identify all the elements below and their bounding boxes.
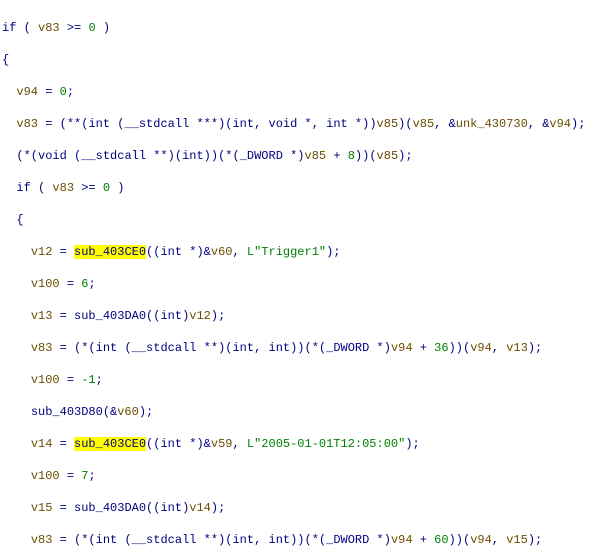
code-line: v94 = 0; (2, 84, 595, 100)
code-line: v83 = (**(int (__stdcall ***)(int, void … (2, 116, 595, 132)
code-line: if ( v83 >= 0 ) (2, 180, 595, 196)
code-line: (*(void (__stdcall **)(int))(*(_DWORD *)… (2, 148, 595, 164)
code-line: sub_403D80(&v60); (2, 404, 595, 420)
highlight-sub403ce0: sub_403CE0 (74, 245, 146, 259)
highlight-sub403ce0: sub_403CE0 (74, 437, 146, 451)
code-line: v14 = sub_403CE0((int *)&v59, L"2005-01-… (2, 436, 595, 452)
code-line: v100 = -1; (2, 372, 595, 388)
code-line: v15 = sub_403DA0((int)v14); (2, 500, 595, 516)
code-block: if ( v83 >= 0 ) { v94 = 0; v83 = (**(int… (0, 0, 599, 556)
code-line: { (2, 52, 595, 68)
code-line: { (2, 212, 595, 228)
code-line: if ( v83 >= 0 ) (2, 20, 595, 36)
code-line: v12 = sub_403CE0((int *)&v60, L"Trigger1… (2, 244, 595, 260)
code-line: v13 = sub_403DA0((int)v12); (2, 308, 595, 324)
code-line: v100 = 7; (2, 468, 595, 484)
code-line: v83 = (*(int (__stdcall **)(int, int))(*… (2, 340, 595, 356)
code-line: v83 = (*(int (__stdcall **)(int, int))(*… (2, 532, 595, 548)
code-line: v100 = 6; (2, 276, 595, 292)
